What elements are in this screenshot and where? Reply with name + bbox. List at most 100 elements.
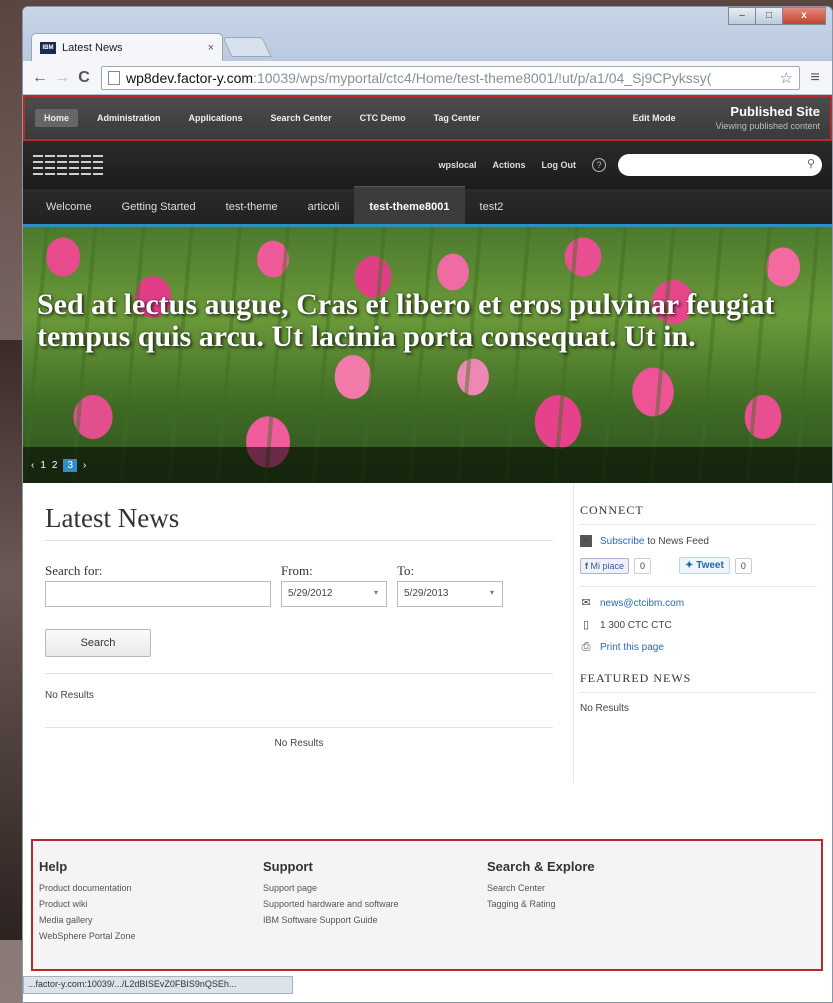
- search-for-label: Search for:: [45, 563, 103, 578]
- carousel-page-3[interactable]: 3: [63, 458, 78, 472]
- desktop-background-strip: [0, 340, 22, 940]
- published-site-subtitle: Viewing published content: [715, 120, 820, 131]
- nav-item-articoli[interactable]: articoli: [293, 186, 355, 224]
- phone-row: ▯ 1 300 CTC CTC: [580, 619, 817, 631]
- social-buttons: f Mi piace 0 ✦ Tweet 0: [580, 557, 817, 587]
- rss-icon: ≈: [580, 535, 592, 547]
- browser-toolbar: ← → C wp8dev.factor-y.com:10039/wps/mypo…: [23, 61, 832, 95]
- hero-headline[interactable]: Sed at lectus augue, Cras et libero et e…: [37, 288, 822, 354]
- tweet-button[interactable]: ✦ Tweet: [679, 557, 730, 574]
- carousel-next-button[interactable]: ›: [83, 460, 86, 471]
- footer-link[interactable]: WebSphere Portal Zone: [39, 931, 263, 941]
- edit-mode-toggle[interactable]: Edit Mode: [633, 113, 676, 123]
- email-icon: ✉: [581, 597, 591, 609]
- portal-item-ctc-demo[interactable]: CTC Demo: [351, 109, 415, 127]
- portal-toolbar: Home Administration Applications Search …: [23, 95, 832, 141]
- news-search-form: Search for: From: 5/29/2012 ▾ To: 5/29/2…: [45, 563, 553, 673]
- new-tab-button[interactable]: [222, 37, 272, 57]
- browser-tab[interactable]: IBM Latest News ×: [31, 33, 223, 61]
- to-date-select[interactable]: 5/29/2013 ▾: [397, 581, 503, 607]
- hero-carousel: Sed at lectus augue, Cras et libero et e…: [23, 227, 832, 483]
- portal-item-applications[interactable]: Applications: [180, 109, 252, 127]
- page-viewport: Home Administration Applications Search …: [23, 95, 832, 1002]
- to-date-value: 5/29/2013: [404, 588, 449, 599]
- subscribe-text: to News Feed: [644, 535, 709, 547]
- chrome-menu-icon[interactable]: ≡: [804, 69, 826, 87]
- user-menu-link[interactable]: wpslocal: [438, 160, 476, 170]
- footer-link[interactable]: Supported hardware and software: [263, 899, 487, 909]
- carousel-prev-button[interactable]: ‹: [31, 460, 34, 471]
- nav-item-test-theme8001[interactable]: test-theme8001: [354, 186, 465, 224]
- phone-number: 1 300 CTC CTC: [600, 619, 672, 631]
- footer-link[interactable]: Tagging & Rating: [487, 899, 711, 909]
- latest-news-title: Latest News: [45, 503, 553, 541]
- facebook-like-label: Mi piace: [590, 560, 625, 571]
- portal-item-tag-center[interactable]: Tag Center: [425, 109, 489, 127]
- tweet-label: Tweet: [696, 560, 724, 571]
- search-icon[interactable]: ⚲: [807, 157, 815, 170]
- to-label: To:: [397, 563, 415, 578]
- reload-icon[interactable]: C: [73, 69, 95, 87]
- address-bar[interactable]: wp8dev.factor-y.com:10039/wps/myportal/c…: [101, 65, 800, 90]
- tab-title: Latest News: [62, 41, 123, 54]
- print-link[interactable]: Print this page: [600, 642, 664, 653]
- footer-link[interactable]: Media gallery: [39, 915, 263, 925]
- no-results-text: No Results: [45, 690, 94, 701]
- nav-item-test-theme[interactable]: test-theme: [211, 186, 293, 224]
- featured-news-heading: FEATURED NEWS: [580, 671, 817, 693]
- help-icon[interactable]: ?: [592, 158, 606, 172]
- footer-link[interactable]: Support page: [263, 883, 487, 893]
- footer-column-help: Help Product documentation Product wiki …: [39, 859, 263, 969]
- phone-icon: ▯: [582, 619, 590, 631]
- latest-news-portlet: Latest News Search for: From: 5/29/2012 …: [45, 483, 553, 749]
- from-date-select[interactable]: 5/29/2012 ▾: [281, 581, 387, 607]
- main-content: Latest News Search for: From: 5/29/2012 …: [23, 483, 832, 813]
- from-date-value: 5/29/2012: [288, 588, 333, 599]
- footer-column-search-explore: Search & Explore Search Center Tagging &…: [487, 859, 711, 969]
- portal-item-home[interactable]: Home: [35, 109, 79, 127]
- url-host: wp8dev.factor-y.com: [126, 69, 254, 86]
- carousel-page-2[interactable]: 2: [52, 460, 58, 471]
- carousel-pager: ‹ 1 2 3 ›: [23, 447, 832, 483]
- footer-link[interactable]: Search Center: [487, 883, 711, 893]
- chevron-down-icon: ▾: [373, 588, 378, 597]
- back-arrow-icon[interactable]: ←: [29, 69, 51, 87]
- actions-menu-link[interactable]: Actions: [492, 160, 525, 170]
- footer-link[interactable]: Product documentation: [39, 883, 263, 893]
- portal-item-search-center[interactable]: Search Center: [262, 109, 341, 127]
- search-for-input[interactable]: [45, 581, 271, 607]
- ibm-logo[interactable]: [33, 153, 105, 177]
- minimize-button[interactable]: –: [728, 7, 756, 25]
- subscribe-link[interactable]: Subscribe: [600, 536, 644, 547]
- print-row: ⎙ Print this page: [580, 641, 817, 653]
- facebook-like-count: 0: [634, 557, 652, 574]
- footer-link[interactable]: Product wiki: [39, 899, 263, 909]
- bookmark-star-icon[interactable]: ☆: [780, 69, 793, 87]
- email-link[interactable]: news@ctcibm.com: [600, 598, 684, 609]
- portal-item-administration[interactable]: Administration: [88, 109, 170, 127]
- maximize-button[interactable]: □: [755, 7, 783, 25]
- divider: [45, 727, 553, 728]
- footer-heading: Search & Explore: [487, 859, 595, 874]
- logout-link[interactable]: Log Out: [542, 160, 577, 170]
- published-site-title: Published Site: [730, 104, 820, 120]
- subscribe-row: ≈ Subscribe to News Feed: [580, 535, 817, 547]
- tweet-count: 0: [734, 557, 752, 574]
- footer-link[interactable]: IBM Software Support Guide: [263, 915, 487, 925]
- forward-arrow-icon[interactable]: →: [51, 69, 73, 87]
- search-button[interactable]: Search: [45, 629, 151, 657]
- published-site-indicator[interactable]: Published Site Viewing published content: [716, 104, 820, 132]
- site-search-input[interactable]: ⚲: [618, 154, 822, 176]
- footer: Help Product documentation Product wiki …: [31, 839, 823, 971]
- hero-image: [23, 227, 832, 483]
- nav-item-test2[interactable]: test2: [465, 186, 519, 224]
- footer-heading: Support: [263, 859, 313, 874]
- tab-close-icon[interactable]: ×: [208, 42, 214, 54]
- email-row: ✉ news@ctcibm.com: [580, 597, 817, 609]
- nav-item-welcome[interactable]: Welcome: [31, 186, 107, 224]
- divider: [45, 673, 553, 674]
- nav-item-getting-started[interactable]: Getting Started: [107, 186, 211, 224]
- window-close-button[interactable]: x: [782, 7, 826, 25]
- carousel-page-1[interactable]: 1: [40, 460, 46, 471]
- facebook-like-button[interactable]: f Mi piace: [580, 557, 630, 574]
